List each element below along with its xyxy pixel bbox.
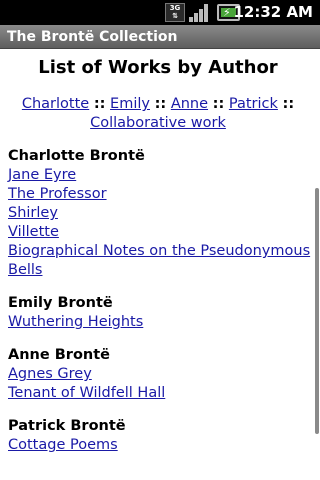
status-bar: 3G ⇅ ⚡ 12:32 AM (0, 0, 320, 25)
section-emily: Emily Brontë Wuthering Heights (0, 294, 316, 332)
page-title: List of Works by Author (38, 57, 278, 78)
nav-separator: :: (212, 96, 225, 112)
author-heading: Emily Brontë (8, 295, 113, 311)
work-link-the-professor[interactable]: The Professor (8, 185, 316, 204)
signal-strength-icon (189, 3, 211, 22)
work-link-biographical-notes[interactable]: Biographical Notes on the Pseudonymous B… (8, 242, 316, 280)
work-link-cottage-poems[interactable]: Cottage Poems (8, 436, 316, 455)
section-anne: Anne Brontë Agnes Grey Tenant of Wildfel… (0, 346, 316, 403)
scrollbar[interactable] (315, 188, 319, 434)
app-title: The Brontë Collection (7, 29, 178, 45)
author-heading: Anne Brontë (8, 347, 111, 363)
nav-separator: :: (282, 96, 295, 112)
section-patrick: Patrick Brontë Cottage Poems (0, 417, 316, 455)
3g-data-icon: 3G ⇅ (165, 3, 185, 22)
author-heading: Patrick Brontë (8, 418, 126, 434)
work-link-tenant-of-wildfell-hall[interactable]: Tenant of Wildfell Hall (8, 384, 316, 403)
work-link-agnes-grey[interactable]: Agnes Grey (8, 365, 316, 384)
author-nav: Charlotte :: Emily :: Anne :: Patrick ::… (0, 95, 316, 133)
nav-link-collaborative[interactable]: Collaborative work (90, 115, 226, 131)
main-content[interactable]: List of Works by Author Charlotte :: Emi… (0, 49, 316, 480)
nav-separator: :: (93, 96, 106, 112)
work-link-villette[interactable]: Villette (8, 223, 316, 242)
nav-link-anne[interactable]: Anne (171, 96, 208, 112)
section-charlotte: Charlotte Brontë Jane Eyre The Professor… (0, 147, 316, 280)
nav-link-emily[interactable]: Emily (110, 96, 150, 112)
nav-link-patrick[interactable]: Patrick (229, 96, 278, 112)
work-link-shirley[interactable]: Shirley (8, 204, 316, 223)
nav-link-charlotte[interactable]: Charlotte (22, 96, 89, 112)
clock: 12:32 AM (233, 3, 313, 21)
nav-separator: :: (154, 96, 167, 112)
work-link-jane-eyre[interactable]: Jane Eyre (8, 166, 316, 185)
author-heading: Charlotte Brontë (8, 148, 145, 164)
work-link-wuthering-heights[interactable]: Wuthering Heights (8, 313, 316, 332)
app-title-bar: The Brontë Collection (0, 25, 320, 49)
